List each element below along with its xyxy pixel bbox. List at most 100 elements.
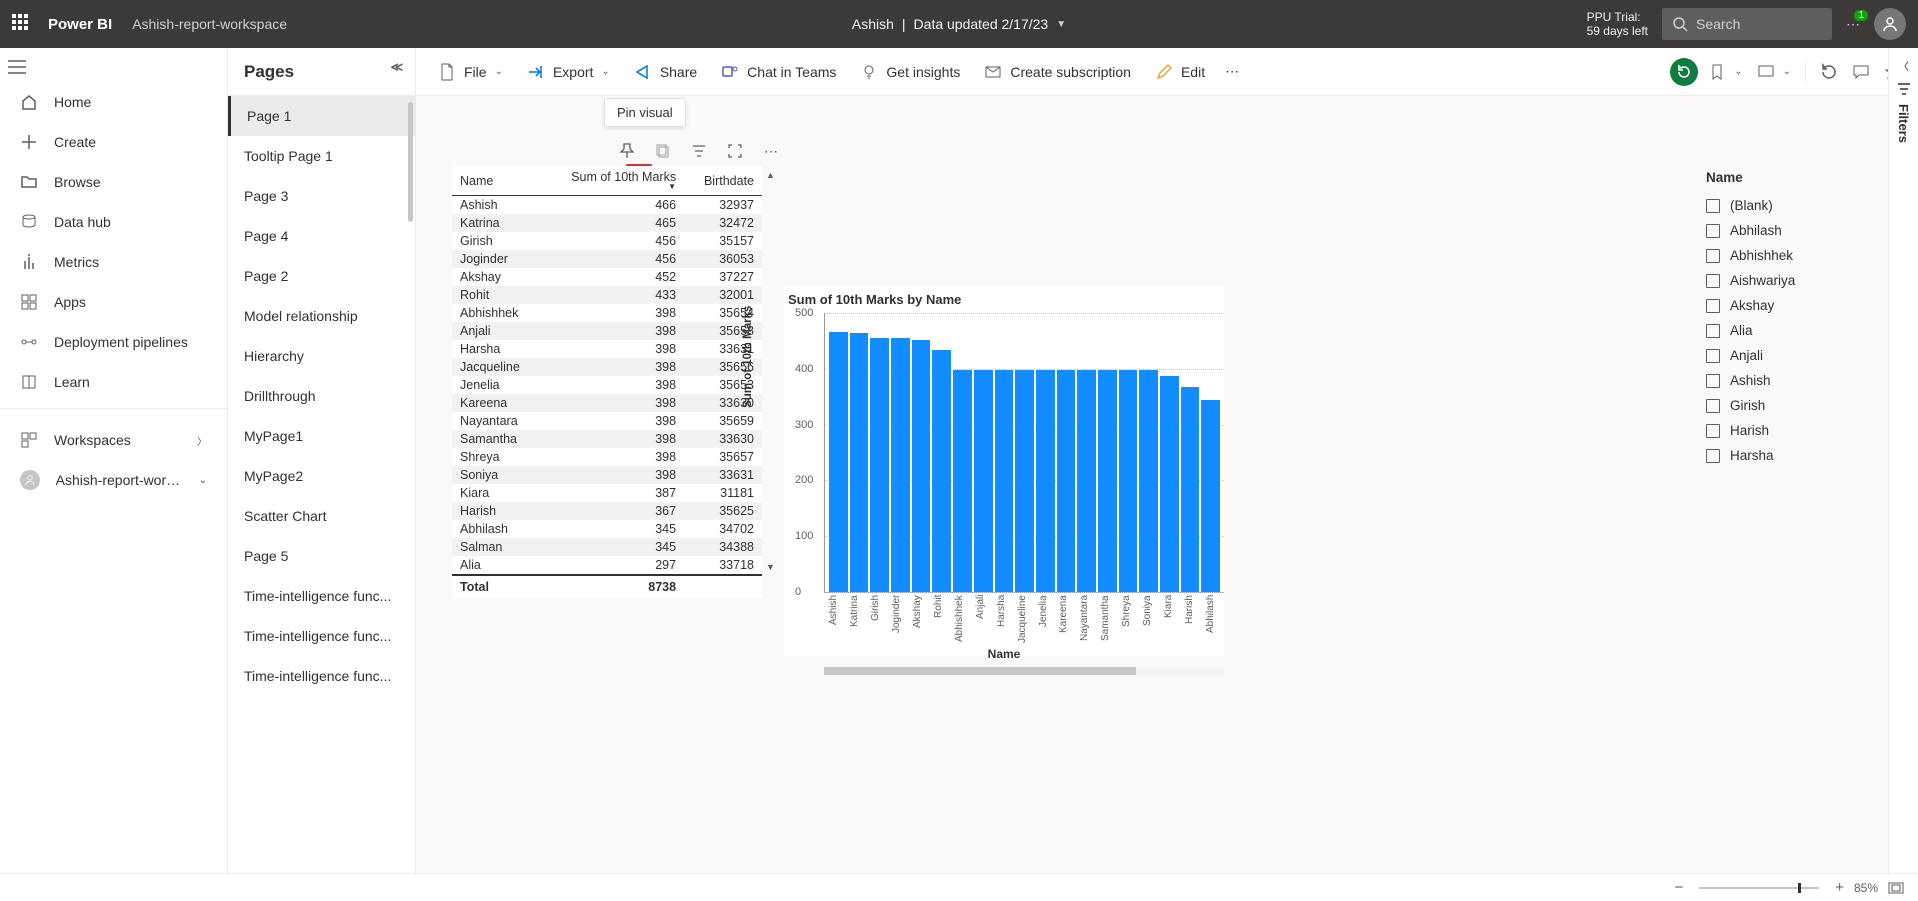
- slicer-item[interactable]: Anjali: [1706, 343, 1890, 368]
- reset-button[interactable]: [1670, 58, 1698, 86]
- checkbox[interactable]: [1706, 399, 1720, 413]
- page-tab[interactable]: Time-intelligence func...: [228, 656, 415, 696]
- page-tab[interactable]: Scatter Chart: [228, 496, 415, 536]
- zoom-in[interactable]: +: [1835, 879, 1844, 896]
- search-input[interactable]: Search: [1662, 8, 1832, 40]
- more-actions[interactable]: ⋯1: [1846, 16, 1860, 33]
- table-header[interactable]: Birthdate: [684, 166, 762, 196]
- bar[interactable]: [995, 370, 1014, 592]
- table-row[interactable]: Harsha39833631: [452, 340, 762, 358]
- page-tab[interactable]: MyPage2: [228, 456, 415, 496]
- table-row[interactable]: Girish45635157: [452, 232, 762, 250]
- table-row[interactable]: Katrina46532472: [452, 214, 762, 232]
- share-button[interactable]: Share: [624, 56, 707, 88]
- table-row[interactable]: Kiara38731181: [452, 484, 762, 502]
- bar-chart-visual[interactable]: Sum of 10th Marks by Name Sum of 10th Ma…: [784, 286, 1224, 656]
- table-row[interactable]: Samantha39833630: [452, 430, 762, 448]
- app-launcher[interactable]: [12, 14, 32, 34]
- collapse-pages-icon[interactable]: ≪: [390, 60, 403, 74]
- nav-current-workspace[interactable]: Ashish-report-work... ⌄: [0, 460, 227, 500]
- bar[interactable]: [1077, 370, 1096, 592]
- bookmark-button[interactable]: ⌄: [1704, 56, 1746, 88]
- table-row[interactable]: Harish36735625: [452, 502, 762, 520]
- checkbox[interactable]: [1706, 274, 1720, 288]
- bar[interactable]: [932, 350, 951, 592]
- chevron-down-icon[interactable]: ▼: [1056, 19, 1066, 30]
- nav-toggle[interactable]: [0, 52, 227, 82]
- view-button[interactable]: ⌄: [1753, 56, 1795, 88]
- checkbox[interactable]: [1706, 374, 1720, 388]
- slicer-item[interactable]: Harish: [1706, 418, 1890, 443]
- nav-metrics[interactable]: Metrics: [0, 242, 227, 282]
- page-tab[interactable]: Hierarchy: [228, 336, 415, 376]
- edit-button[interactable]: Edit: [1145, 56, 1215, 88]
- subscribe-button[interactable]: Create subscription: [974, 56, 1141, 88]
- pin-visual-button[interactable]: [616, 140, 638, 162]
- bar[interactable]: [829, 332, 848, 592]
- bar[interactable]: [912, 340, 931, 592]
- bar[interactable]: [1160, 376, 1179, 592]
- table-header[interactable]: Sum of 10th Marks▼: [541, 166, 684, 196]
- nav-browse[interactable]: Browse: [0, 162, 227, 202]
- insights-button[interactable]: Get insights: [850, 56, 970, 88]
- table-row[interactable]: Jenelia39835653: [452, 376, 762, 394]
- report-name[interactable]: Ashish: [852, 16, 894, 32]
- zoom-slider[interactable]: [1699, 887, 1819, 889]
- workspace-breadcrumb[interactable]: Ashish-report-workspace: [132, 16, 287, 32]
- bar[interactable]: [1015, 370, 1034, 592]
- copy-visual-button[interactable]: [652, 140, 674, 162]
- pages-scrollbar[interactable]: [408, 102, 413, 222]
- slicer-item[interactable]: Ashish: [1706, 368, 1890, 393]
- bar[interactable]: [1098, 370, 1117, 592]
- page-tab[interactable]: Tooltip Page 1: [228, 136, 415, 176]
- bar[interactable]: [974, 370, 993, 592]
- page-tab[interactable]: Drillthrough: [228, 376, 415, 416]
- nav-workspaces[interactable]: Workspaces 〉: [0, 420, 227, 460]
- more-visual-button[interactable]: ⋯: [760, 140, 782, 162]
- page-tab[interactable]: Time-intelligence func...: [228, 576, 415, 616]
- bar[interactable]: [850, 333, 869, 592]
- checkbox[interactable]: [1706, 249, 1720, 263]
- page-tab[interactable]: Page 2: [228, 256, 415, 296]
- page-tab[interactable]: Page 4: [228, 216, 415, 256]
- table-visual[interactable]: NameSum of 10th Marks▼Birthdate Ashish46…: [452, 166, 762, 598]
- slicer-item[interactable]: Alia: [1706, 318, 1890, 343]
- table-row[interactable]: Ashish46632937: [452, 196, 762, 215]
- bar[interactable]: [870, 338, 889, 592]
- refresh-button[interactable]: [1816, 56, 1842, 88]
- slicer-item[interactable]: Abhilash: [1706, 218, 1890, 243]
- nav-data-hub[interactable]: Data hub: [0, 202, 227, 242]
- page-tab[interactable]: Page 3: [228, 176, 415, 216]
- bar[interactable]: [1139, 370, 1158, 592]
- page-tab[interactable]: Time-intelligence func...: [228, 616, 415, 656]
- nav-home[interactable]: Home: [0, 82, 227, 122]
- table-scrollbar[interactable]: ▲▼: [766, 170, 774, 572]
- table-row[interactable]: Anjali39835658: [452, 322, 762, 340]
- slicer-item[interactable]: Abhishhek: [1706, 243, 1890, 268]
- user-avatar[interactable]: [1874, 8, 1906, 40]
- page-tab[interactable]: Page 5: [228, 536, 415, 576]
- file-button[interactable]: File ⌄: [428, 56, 513, 88]
- chat-teams-button[interactable]: Chat in Teams: [711, 56, 846, 88]
- table-row[interactable]: Salman34534388: [452, 538, 762, 556]
- table-row[interactable]: Rohit43332001: [452, 286, 762, 304]
- bar[interactable]: [891, 338, 910, 592]
- filters-pane-collapsed[interactable]: 〈 Filters: [1888, 48, 1918, 873]
- checkbox[interactable]: [1706, 449, 1720, 463]
- comment-button[interactable]: [1848, 56, 1874, 88]
- table-row[interactable]: Akshay45237227: [452, 268, 762, 286]
- nav-apps[interactable]: Apps: [0, 282, 227, 322]
- slicer-item[interactable]: Girish: [1706, 393, 1890, 418]
- bar[interactable]: [1119, 370, 1138, 592]
- zoom-out[interactable]: −: [1674, 879, 1683, 896]
- table-row[interactable]: Soniya39833631: [452, 466, 762, 484]
- bar[interactable]: [1036, 370, 1055, 592]
- nav-learn[interactable]: Learn: [0, 362, 227, 402]
- checkbox[interactable]: [1706, 349, 1720, 363]
- bar[interactable]: [1201, 400, 1220, 593]
- filter-visual-button[interactable]: [688, 140, 710, 162]
- checkbox[interactable]: [1706, 224, 1720, 238]
- chart-scrollbar[interactable]: [824, 667, 1224, 675]
- table-row[interactable]: Jacqueline39835656: [452, 358, 762, 376]
- table-row[interactable]: Nayantara39835659: [452, 412, 762, 430]
